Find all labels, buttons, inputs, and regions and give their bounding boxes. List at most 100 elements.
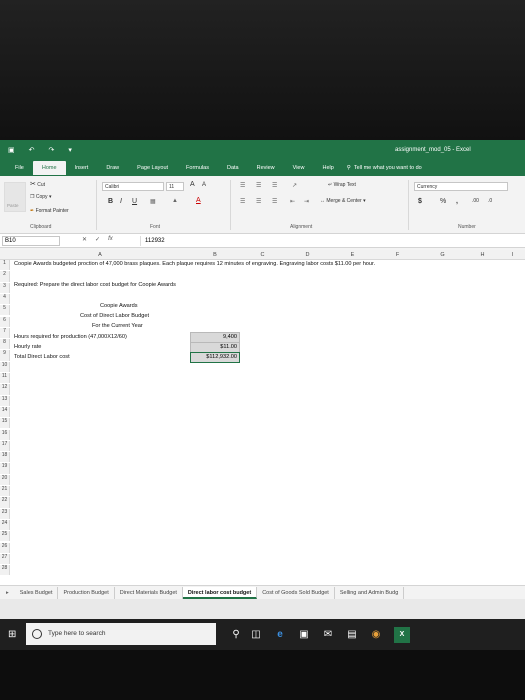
edge-icon[interactable]: e — [272, 627, 288, 643]
formula-input[interactable]: 112932 — [140, 236, 520, 246]
underline-icon[interactable]: U — [132, 198, 137, 205]
row-header-20[interactable]: 20 — [0, 474, 10, 485]
currency-icon[interactable]: $ — [418, 198, 422, 205]
worksheet-grid[interactable]: A B C D E F G H I 1 2 3 4 5 6 7 8 9 10 11 12 13 14 15 1… — [0, 250, 525, 585]
column-header-g[interactable]: G — [420, 250, 465, 260]
cell-a3[interactable]: Required: Prepare the direct labor cost … — [14, 282, 176, 288]
enter-icon[interactable]: ✓ — [95, 236, 100, 243]
microphone-icon[interactable]: ⚲ — [228, 627, 244, 643]
save-icon[interactable]: ▣ — [8, 146, 15, 154]
sheet-tab-selling-admin-budget[interactable]: Selling and Admin Budg — [335, 586, 405, 599]
tab-draw[interactable]: Draw — [97, 161, 128, 175]
align-bottom-icon[interactable]: ☰ — [272, 182, 277, 189]
row-header-8[interactable]: 8 — [0, 339, 10, 350]
cell-a9[interactable]: Hourly rate — [14, 344, 41, 350]
row-header-23[interactable]: 23 — [0, 508, 10, 519]
row-header-27[interactable]: 27 — [0, 553, 10, 565]
column-header-d[interactable]: D — [285, 250, 330, 260]
tab-insert[interactable]: Insert — [66, 161, 98, 175]
align-left-icon[interactable]: ☰ — [240, 198, 245, 205]
row-header-4[interactable]: 4 — [0, 293, 10, 305]
row-header-13[interactable]: 13 — [0, 395, 10, 406]
tab-home[interactable]: Home — [32, 161, 66, 175]
column-header-h[interactable]: H — [465, 250, 500, 260]
number-format-select[interactable]: Currency — [414, 182, 508, 191]
decrease-indent-icon[interactable]: ⇤ — [290, 198, 295, 205]
sheet-tab-production-budget[interactable]: Production Budget — [58, 586, 115, 599]
orientation-icon[interactable]: ↗ — [292, 182, 297, 189]
row-header-12[interactable]: 12 — [0, 384, 10, 395]
task-view-icon[interactable]: ◫ — [248, 627, 264, 643]
row-header-19[interactable]: 19 — [0, 463, 10, 474]
increase-indent-icon[interactable]: ⇥ — [304, 198, 309, 205]
row-header-6[interactable]: 6 — [0, 316, 10, 327]
row-header-14[interactable]: 14 — [0, 406, 10, 418]
column-header-a[interactable]: A — [10, 250, 190, 260]
scroll-sheets-icon[interactable]: ▸ — [0, 590, 15, 596]
row-header-11[interactable]: 11 — [0, 373, 10, 384]
italic-icon[interactable]: I — [120, 198, 122, 205]
taskbar-search-box[interactable]: Type here to search — [26, 623, 216, 645]
align-right-icon[interactable]: ☰ — [272, 198, 277, 205]
row-header-17[interactable]: 17 — [0, 440, 10, 452]
wrap-text-button[interactable]: ↵ Wrap Text — [328, 182, 356, 188]
sheet-tab-sales-budget[interactable]: Sales Budget — [15, 586, 59, 599]
row-header-3[interactable]: 3 — [0, 282, 10, 293]
row-header-25[interactable]: 25 — [0, 531, 10, 542]
tab-formulas[interactable]: Formulas — [177, 161, 218, 175]
row-header-26[interactable]: 26 — [0, 542, 10, 553]
cancel-icon[interactable]: ✕ — [82, 236, 87, 243]
font-name-select[interactable]: Calibri — [102, 182, 164, 191]
row-header-16[interactable]: 16 — [0, 429, 10, 440]
row-header-2[interactable]: 2 — [0, 271, 10, 282]
tab-review[interactable]: Review — [248, 161, 284, 175]
tab-help[interactable]: Help — [313, 161, 342, 175]
column-header-i[interactable]: I — [500, 250, 525, 260]
row-header-5[interactable]: 5 — [0, 305, 10, 316]
cell-a1[interactable]: Coopie Awards budgeted proction of 47,00… — [14, 261, 375, 267]
row-header-21[interactable]: 21 — [0, 486, 10, 497]
insert-function-icon[interactable]: fx — [108, 236, 113, 243]
sheet-tab-cost-of-goods-sold-budget[interactable]: Cost of Goods Sold Budget — [257, 586, 335, 599]
mail-icon[interactable]: ✉ — [320, 627, 336, 643]
cell-a7[interactable]: For the Current Year — [92, 323, 143, 329]
tab-view[interactable]: View — [284, 161, 314, 175]
row-header-28[interactable]: 28 — [0, 565, 10, 576]
redo-icon[interactable]: ↷ — [49, 146, 55, 154]
row-header-10[interactable]: 10 — [0, 361, 10, 372]
cell-a6[interactable]: Cost of Direct Labor Budget — [80, 313, 149, 319]
excel-taskbar-icon[interactable]: X — [394, 627, 410, 643]
row-header-1[interactable]: 1 — [0, 260, 10, 271]
increase-font-icon[interactable]: A — [190, 181, 195, 188]
column-header-c[interactable]: C — [240, 250, 285, 260]
decrease-font-icon[interactable]: A — [202, 182, 206, 188]
chrome-icon[interactable]: ◉ — [368, 627, 384, 643]
align-middle-icon[interactable]: ☰ — [256, 182, 261, 189]
sheet-tab-direct-materials-budget[interactable]: Direct Materials Budget — [115, 586, 183, 599]
align-top-icon[interactable]: ☰ — [240, 182, 245, 189]
tab-data[interactable]: Data — [218, 161, 248, 175]
column-header-f[interactable]: F — [375, 250, 420, 260]
increase-decimal-icon[interactable]: .00 — [472, 198, 479, 204]
cell-b10[interactable]: $112,932.00 — [190, 352, 240, 363]
comma-icon[interactable]: , — [456, 198, 458, 205]
row-header-9[interactable]: 9 — [0, 350, 10, 361]
row-header-22[interactable]: 22 — [0, 497, 10, 508]
row-header-7[interactable]: 7 — [0, 327, 10, 339]
cut-button[interactable]: ✂ Cut — [30, 180, 45, 188]
decrease-decimal-icon[interactable]: .0 — [488, 198, 492, 204]
photos-icon[interactable]: ▤ — [344, 627, 360, 643]
customize-qat-icon[interactable]: ▾ — [68, 146, 72, 154]
copy-button[interactable]: ❐ Copy ▾ — [30, 194, 51, 200]
align-center-icon[interactable]: ☰ — [256, 198, 261, 205]
font-size-select[interactable]: 11 — [166, 182, 184, 191]
sheet-tab-direct-labor-cost-budget[interactable]: Direct labor cost budget — [182, 586, 258, 599]
row-header-24[interactable]: 24 — [0, 519, 10, 531]
format-painter-button[interactable]: ✒ Format Painter — [30, 208, 69, 214]
borders-icon[interactable]: ▦ — [150, 198, 156, 205]
name-box[interactable]: B10 — [2, 236, 60, 246]
fill-color-icon[interactable]: ▲ — [172, 198, 178, 204]
cell-a5[interactable]: Coopie Awards — [100, 303, 138, 309]
undo-icon[interactable]: ↶ — [29, 146, 35, 154]
paste-button[interactable]: Paste — [4, 182, 26, 212]
